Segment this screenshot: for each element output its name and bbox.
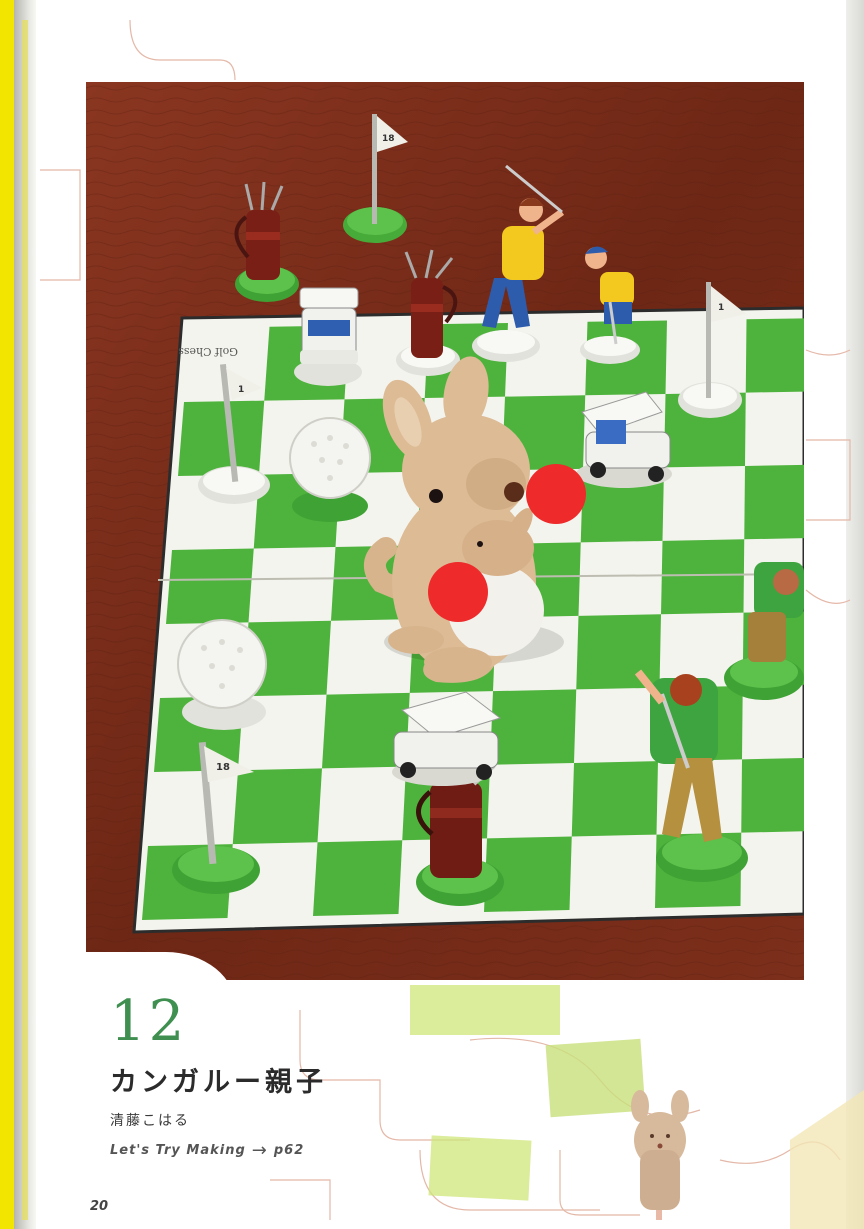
board-square xyxy=(744,464,804,540)
arrow-right-icon: → xyxy=(251,1140,268,1161)
board-square xyxy=(741,757,804,833)
board-square xyxy=(661,539,745,615)
board-square xyxy=(745,318,804,393)
item-number: 12 xyxy=(110,989,188,1054)
page-number: 20 xyxy=(90,1199,109,1214)
board-square xyxy=(178,400,265,476)
finger-puppet-figure xyxy=(631,1090,689,1220)
board-label: Golf Chess xyxy=(178,345,238,358)
golf-ball-piece xyxy=(289,417,371,522)
board-square xyxy=(166,548,254,624)
board-square xyxy=(232,768,322,845)
svg-text:18: 18 xyxy=(382,134,395,144)
board-square xyxy=(576,614,661,690)
board-square xyxy=(490,689,577,765)
lets-try-making-link[interactable]: Let's Try Making → p62 xyxy=(110,1140,304,1161)
board-square xyxy=(571,761,658,837)
svg-text:18: 18 xyxy=(216,762,230,773)
golf-ball-piece xyxy=(177,619,267,730)
page-title: カンガルー親子 xyxy=(110,1067,327,1098)
kangaroo-golf-chess-photo: Golf Chess 18 1 1 18 xyxy=(86,82,804,980)
author-name: 清藤こはる xyxy=(110,1113,190,1129)
board-square xyxy=(313,840,403,916)
svg-text:1: 1 xyxy=(718,303,724,313)
golf-cart-piece xyxy=(294,287,362,386)
lets-try-text: Let's Try Making xyxy=(110,1143,246,1158)
svg-text:1: 1 xyxy=(238,385,244,395)
page-reference: p62 xyxy=(273,1143,305,1158)
